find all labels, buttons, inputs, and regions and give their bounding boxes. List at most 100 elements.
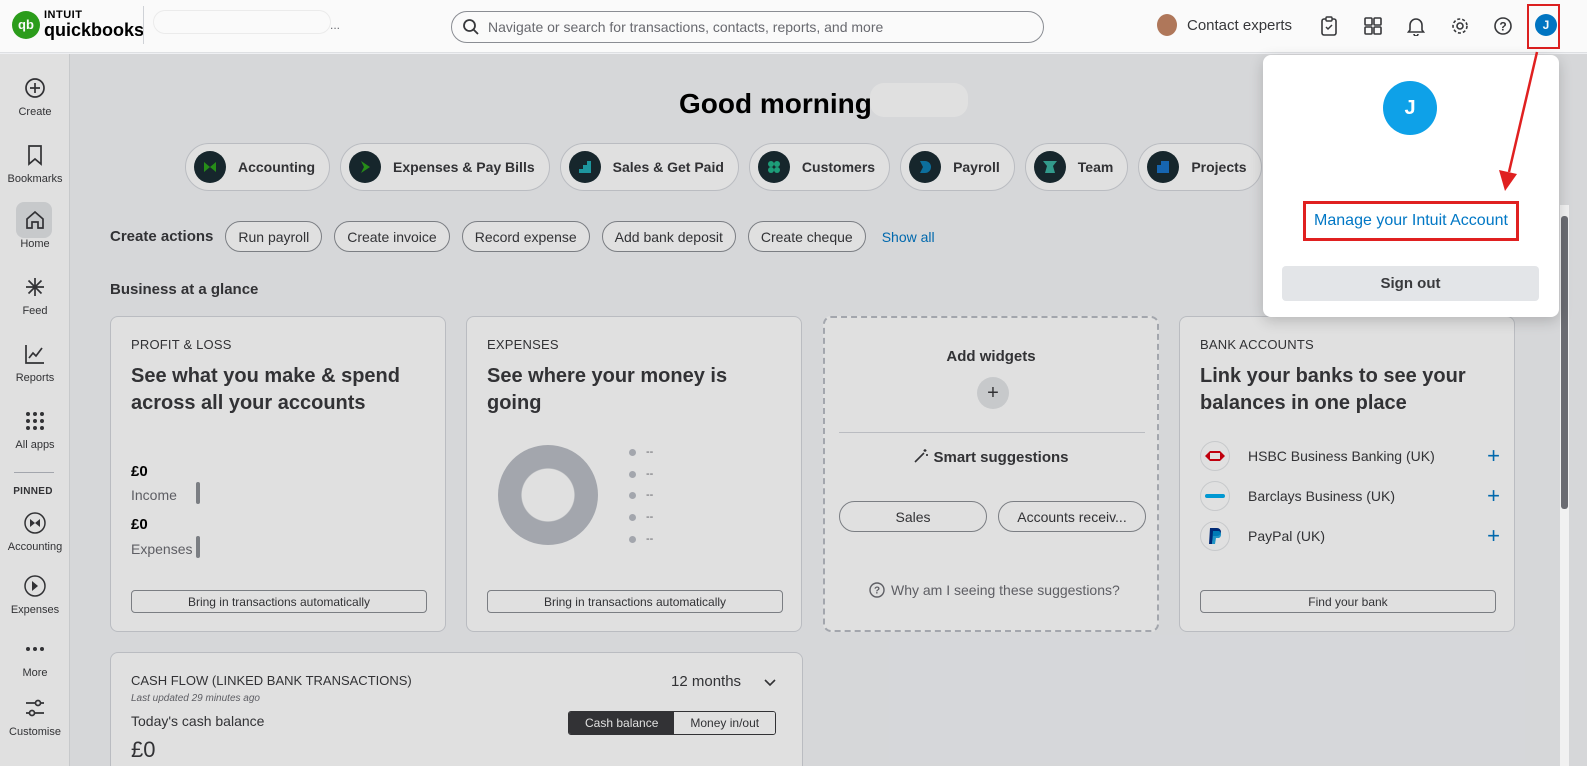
add-widgets-title: Add widgets: [946, 348, 1036, 365]
pill-expenses-pay-bills[interactable]: Expenses & Pay Bills: [340, 143, 550, 191]
accounting-icon: [194, 151, 226, 183]
bank-row-paypal[interactable]: PayPal (UK) +: [1200, 521, 1500, 551]
card-label: EXPENSES: [487, 337, 559, 352]
card-label: BANK ACCOUNTS: [1200, 337, 1314, 352]
bank-row-barclays[interactable]: Barclays Business (UK) +: [1200, 481, 1500, 511]
create-invoice-button[interactable]: Create invoice: [334, 221, 450, 252]
sidebar-item-customise[interactable]: Customise: [0, 696, 70, 738]
sign-out-button[interactable]: Sign out: [1282, 266, 1539, 301]
customers-icon: [757, 151, 790, 183]
company-name-redacted[interactable]: [154, 11, 330, 33]
expenses-card[interactable]: EXPENSES See where your money is going -…: [466, 316, 802, 632]
team-icon: [1033, 151, 1066, 183]
sidebar-item-more[interactable]: More: [0, 637, 70, 679]
sidebar-item-bookmarks[interactable]: Bookmarks: [0, 143, 70, 185]
money-in-out-tab[interactable]: Money in/out: [674, 712, 776, 734]
bring-in-transactions-button[interactable]: Bring in transactions automatically: [131, 590, 427, 613]
pill-label: Customers: [801, 159, 876, 175]
suggestion-sales-button[interactable]: Sales: [839, 501, 987, 532]
contact-experts-label: Contact experts: [1187, 16, 1293, 34]
contact-experts-button[interactable]: Contact experts: [1157, 14, 1292, 36]
pill-customers[interactable]: Customers: [748, 143, 891, 191]
expenses-icon: [349, 151, 381, 183]
show-all-link[interactable]: Show all: [882, 229, 935, 245]
card-label: PROFIT & LOSS: [131, 337, 232, 352]
pill-label: Team: [1077, 159, 1114, 175]
pill-projects[interactable]: Projects: [1138, 143, 1262, 191]
page-scrollbar-thumb[interactable]: [1561, 216, 1568, 509]
svg-text:?: ?: [874, 586, 880, 597]
sliders-icon: [26, 699, 44, 717]
record-expense-button[interactable]: Record expense: [461, 221, 590, 252]
global-search[interactable]: [451, 11, 1044, 43]
sidebar-label-feed: Feed: [22, 305, 48, 317]
sidebar-item-accounting[interactable]: Accounting: [0, 511, 70, 553]
tasks-icon[interactable]: [1317, 14, 1341, 38]
feed-icon: [26, 278, 44, 296]
pill-team[interactable]: Team: [1024, 143, 1129, 191]
cash-flow-card[interactable]: CASH FLOW (LINKED BANK TRANSACTIONS) Las…: [110, 652, 803, 766]
apps-switcher-icon[interactable]: [1361, 14, 1385, 38]
suggestion-accounts-receivable-button[interactable]: Accounts receiv...: [998, 501, 1146, 532]
quickbooks-logo[interactable]: qb INTUIT quickbooks: [12, 10, 144, 39]
sidebar-item-home[interactable]: Home: [0, 208, 70, 250]
magic-wand-icon: [914, 449, 929, 463]
add-widget-button[interactable]: +: [977, 377, 1009, 409]
sidebar-label-all-apps: All apps: [15, 439, 55, 451]
sidebar-item-expenses[interactable]: Expenses: [0, 574, 70, 616]
run-payroll-button[interactable]: Run payroll: [225, 221, 323, 252]
bell-icon[interactable]: [1404, 14, 1428, 38]
create-cheque-button[interactable]: Create cheque: [747, 221, 866, 252]
grid-icon: [26, 412, 44, 430]
legend-item: --: [629, 533, 653, 545]
sidebar-label-create: Create: [18, 106, 52, 118]
legend-item: --: [629, 468, 653, 480]
profit-loss-card[interactable]: PROFIT & LOSS See what you make & spend …: [110, 316, 446, 632]
cash-balance-tab[interactable]: Cash balance: [569, 712, 675, 734]
bank-name: HSBC Business Banking (UK): [1248, 448, 1435, 464]
add-bank-plus-icon[interactable]: +: [1487, 525, 1500, 547]
plus-circle-icon: [25, 78, 45, 98]
expenses-label: Expenses: [131, 541, 193, 557]
search-input[interactable]: [488, 19, 1028, 35]
pill-payroll[interactable]: Payroll: [900, 143, 1015, 191]
legend-item: --: [629, 446, 653, 458]
bank-accounts-card[interactable]: BANK ACCOUNTS Link your banks to see you…: [1179, 316, 1515, 632]
hsbc-logo-icon: [1200, 441, 1230, 471]
annotation-highlight-avatar: [1527, 4, 1560, 49]
period-dropdown[interactable]: 12 months: [671, 673, 777, 690]
pill-accounting[interactable]: Accounting: [185, 143, 330, 191]
svg-text:?: ?: [1499, 20, 1506, 34]
why-suggestions-link[interactable]: ? Why am I seeing these suggestions?: [869, 582, 1120, 598]
bring-in-transactions-button[interactable]: Bring in transactions automatically: [487, 590, 783, 613]
add-bank-deposit-button[interactable]: Add bank deposit: [601, 221, 736, 252]
sidebar-label-reports: Reports: [15, 372, 55, 384]
bank-row-hsbc[interactable]: HSBC Business Banking (UK) +: [1200, 441, 1500, 471]
add-bank-plus-icon[interactable]: +: [1487, 485, 1500, 507]
home-icon: [26, 210, 44, 229]
sidebar-item-reports[interactable]: Reports: [0, 342, 70, 384]
sidebar-item-feed[interactable]: Feed: [0, 275, 70, 317]
payroll-icon: [909, 151, 942, 183]
greeting-title: Good morning: [679, 88, 872, 119]
sidebar-item-all-apps[interactable]: All apps: [0, 409, 70, 451]
bank-name: PayPal (UK): [1248, 528, 1326, 544]
sidebar-label-customise: Customise: [9, 726, 61, 738]
pill-sales-get-paid[interactable]: Sales & Get Paid: [559, 143, 739, 191]
help-icon[interactable]: ?: [1491, 14, 1515, 38]
search-icon: [463, 19, 479, 35]
left-sidebar: Create Bookmarks Home Feed Reports All a…: [0, 54, 70, 766]
sidebar-item-create[interactable]: Create: [0, 76, 70, 118]
widget-divider: [839, 432, 1145, 433]
manage-intuit-account-link[interactable]: Manage your Intuit Account: [1303, 201, 1519, 241]
pill-label: Projects: [1191, 159, 1247, 175]
bookmark-icon: [28, 145, 42, 166]
sidebar-divider: [14, 472, 54, 473]
find-your-bank-button[interactable]: Find your bank: [1200, 590, 1496, 613]
add-bank-plus-icon[interactable]: +: [1487, 445, 1500, 467]
pinned-heading: PINNED: [13, 486, 53, 497]
pill-label: Accounting: [238, 159, 315, 175]
pill-label: Payroll: [953, 159, 1000, 175]
brand-name: quickbooks: [44, 20, 145, 40]
gear-icon[interactable]: [1448, 14, 1472, 38]
